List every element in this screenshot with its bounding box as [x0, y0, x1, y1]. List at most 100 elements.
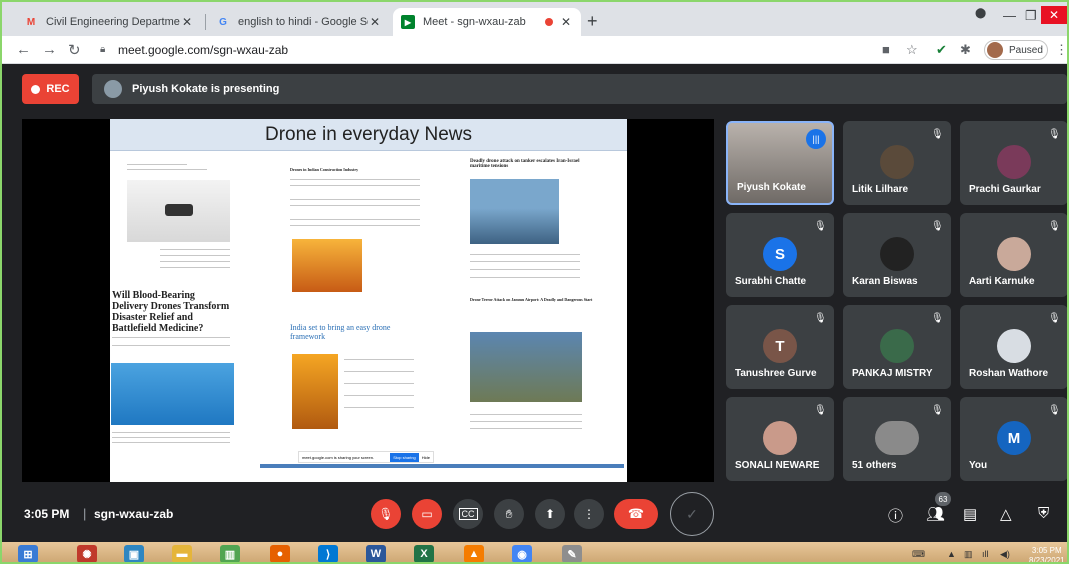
text-line: [344, 383, 414, 384]
more-options-button[interactable]: ⋮: [574, 499, 604, 529]
camera-off-icon: ▭: [421, 507, 433, 521]
back-arrow-icon[interactable]: ←: [16, 41, 31, 58]
maximize-button[interactable]: ❐: [1025, 8, 1037, 24]
vscode-icon[interactable]: ⟩: [318, 545, 338, 562]
keyboard-icon[interactable]: ⌨: [912, 549, 925, 560]
mic-muted-icon: 🎙︎: [931, 405, 944, 416]
gmail-icon: M: [26, 16, 36, 28]
vlc-icon[interactable]: ▲: [464, 545, 484, 562]
recording-badge: REC: [22, 74, 79, 104]
participant-tile[interactable]: ||| Piyush Kokate: [726, 121, 834, 205]
mic-muted-icon: 🎙︎: [814, 405, 827, 416]
app-spider-icon[interactable]: ✺: [77, 545, 97, 562]
participant-tile[interactable]: 🎙︎ T Tanushree Gurve: [726, 305, 834, 389]
window-close-button[interactable]: ✕: [1041, 6, 1067, 24]
captions-button[interactable]: CC: [453, 499, 483, 529]
forward-arrow-icon[interactable]: →: [42, 41, 57, 58]
profile-dropdown-icon[interactable]: ⬤: [975, 8, 986, 19]
tab-gmail[interactable]: M Civil Engineering Department or ✕: [16, 8, 202, 36]
app-box-icon[interactable]: ▣: [124, 545, 144, 562]
participant-tile[interactable]: 🎙︎ S Surabhi Chatte: [726, 213, 834, 297]
participant-avatar: [880, 237, 914, 271]
phone-hangup-icon: ☎: [627, 506, 645, 521]
text-line: [470, 269, 580, 270]
text-line: [344, 371, 414, 372]
minimize-button[interactable]: —: [1003, 8, 1016, 23]
article-headline-drone-framework: India set to bring an easy drone framewo…: [290, 323, 391, 341]
text-line: [290, 199, 420, 200]
check-icon: ✓: [686, 505, 698, 522]
file-explorer-icon[interactable]: ▬: [172, 545, 192, 562]
participant-name: SONALI NEWARE: [735, 460, 820, 471]
participant-name: Surabhi Chatte: [735, 276, 807, 287]
participant-name: Karan Biswas: [852, 276, 918, 287]
present-button[interactable]: ⬆: [535, 499, 565, 529]
mic-off-icon: 🎙︎: [378, 507, 394, 521]
participant-tile[interactable]: 🎙︎ 51 others: [843, 397, 951, 481]
url-field[interactable]: 🔒︎ meet.google.com/sgn-wxau-zab: [100, 40, 880, 60]
close-tab-icon[interactable]: ✕: [180, 15, 194, 29]
article-headline-construction: Drones in Indian Construction Industry: [290, 167, 359, 172]
text-line: [112, 345, 230, 346]
volume-icon[interactable]: ◀): [1000, 549, 1010, 560]
paint-icon[interactable]: ✎: [562, 545, 582, 562]
camera-off-button[interactable]: ▭: [412, 499, 442, 529]
people-count-badge: 63: [935, 492, 951, 506]
hide-button[interactable]: Hide: [422, 455, 430, 460]
text-line: [470, 261, 580, 262]
network-icon[interactable]: ▥: [964, 549, 973, 560]
reload-icon[interactable]: ↻: [68, 41, 81, 59]
extensions-puzzle-icon[interactable]: ✱: [960, 42, 971, 58]
avatar: [987, 42, 1003, 58]
participant-avatar: [997, 329, 1031, 363]
extension-check-icon[interactable]: ✔: [936, 42, 947, 58]
profile-paused-button[interactable]: Paused: [984, 40, 1048, 60]
mic-muted-icon: 🎙︎: [814, 221, 827, 232]
chrome-icon[interactable]: ◉: [512, 545, 532, 562]
windows-start-icon[interactable]: ⊞: [18, 545, 38, 562]
raise-hand-button[interactable]: ✋︎: [494, 499, 524, 529]
tab-google-search[interactable]: G english to hindi - Google Search ✕: [208, 8, 390, 36]
tray-up-icon[interactable]: ▲: [947, 549, 956, 559]
new-tab-button[interactable]: +: [587, 11, 598, 32]
word-icon[interactable]: W: [366, 545, 386, 562]
check-button[interactable]: ✓: [670, 492, 714, 536]
mic-muted-icon: 🎙︎: [1048, 221, 1061, 232]
mic-muted-icon: 🎙︎: [1048, 313, 1061, 324]
participant-tile[interactable]: 🎙︎ Karan Biswas: [843, 213, 951, 297]
people-icon[interactable]: 👥︎: [926, 505, 945, 523]
stop-sharing-button[interactable]: Stop sharing: [390, 452, 419, 462]
presentation-stage[interactable]: Drone in everyday News Will Blood-Bearin…: [22, 119, 714, 482]
participant-tile[interactable]: 🎙︎ Aarti Karnuke: [960, 213, 1067, 297]
close-tab-icon[interactable]: ✕: [368, 15, 382, 29]
bookmark-star-icon[interactable]: ☆: [906, 42, 918, 58]
participant-tile[interactable]: 🎙︎ SONALI NEWARE: [726, 397, 834, 481]
text-line: [290, 185, 420, 186]
tab-meet[interactable]: ▶ Meet - sgn-wxau-zab ✕: [393, 8, 581, 36]
participant-tile[interactable]: 🎙︎ Litik Lilhare: [843, 121, 951, 205]
participant-tile[interactable]: 🎙︎ PANKAJ MISTRY: [843, 305, 951, 389]
article-headline-blood-drones: Will Blood-Bearing Delivery Drones Trans…: [112, 290, 230, 334]
end-call-button[interactable]: ☎: [614, 499, 658, 529]
participant-tile[interactable]: 🎙︎ Roshan Wathore: [960, 305, 1067, 389]
firefox-icon[interactable]: ●: [270, 545, 290, 562]
text-line: [290, 179, 420, 180]
mic-off-button[interactable]: 🎙︎: [371, 499, 401, 529]
signal-icon[interactable]: ıll: [982, 549, 989, 559]
chat-icon[interactable]: ▤: [963, 505, 977, 523]
camera-icon[interactable]: ■: [882, 42, 890, 57]
participant-tile[interactable]: 🎙︎ Prachi Gaurkar: [960, 121, 1067, 205]
system-clock[interactable]: 3:05 PM 8/23/2021: [1029, 546, 1065, 562]
activities-icon[interactable]: △: [1000, 505, 1012, 523]
windows-taskbar: ⊞ ✺ ▣ ▬ ▥ ● ⟩ W X ▲ ◉ ✎ ⌨ ▲ ▥ ıll ◀) 3:0…: [2, 542, 1067, 562]
menu-kebab-icon[interactable]: ⋮: [1055, 42, 1067, 58]
close-tab-icon[interactable]: ✕: [559, 15, 573, 29]
tab-divider: [205, 14, 206, 30]
info-icon[interactable]: ⓘ: [888, 505, 903, 526]
participant-tile[interactable]: 🎙︎ M You: [960, 397, 1067, 481]
article-headline-jammu: Drone Terror Attack on Jammu Airport: A …: [470, 297, 593, 302]
excel-icon[interactable]: X: [414, 545, 434, 562]
mic-muted-icon: 🎙︎: [814, 313, 827, 324]
host-controls-icon[interactable]: ⛨: [1038, 505, 1049, 522]
app-chart-icon[interactable]: ▥: [220, 545, 240, 562]
